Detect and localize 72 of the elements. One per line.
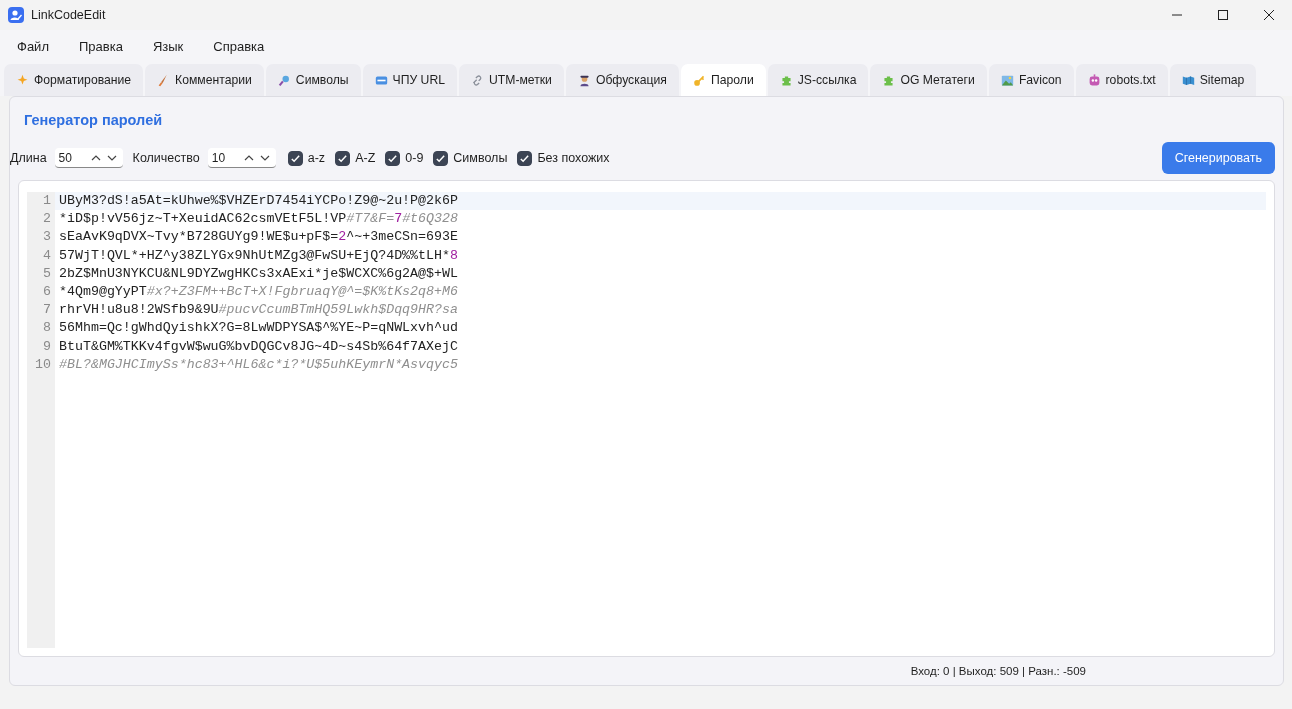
tab-icon xyxy=(577,73,591,87)
check-icon xyxy=(337,152,349,164)
tab-icon xyxy=(779,73,793,87)
count-spinbox[interactable]: 10 xyxy=(207,148,276,168)
checkbox-label: Символы xyxy=(453,151,508,165)
section-heading: Генератор паролей xyxy=(24,112,164,128)
length-label: Длина xyxy=(10,151,47,165)
menu-item[interactable]: Правка xyxy=(67,34,134,58)
maximize-icon xyxy=(1218,10,1228,20)
tab[interactable]: JS-ссылка xyxy=(767,64,869,96)
tab-icon xyxy=(1181,73,1195,87)
tab[interactable]: Форматирование xyxy=(4,64,144,96)
checkbox[interactable] xyxy=(433,150,449,166)
line-number: 9 xyxy=(42,337,52,356)
tab-icon xyxy=(16,73,29,87)
line-number: 4 xyxy=(42,246,52,265)
menu-item[interactable]: Язык xyxy=(141,34,195,58)
code-line: BtuT&GM%TKKv4fgvW$wuG%bvDQGCv8JG~4D~s4Sb%64f7AXejC xyxy=(58,337,459,356)
tab[interactable]: Sitemap xyxy=(1169,64,1257,96)
tab-icon xyxy=(882,73,896,87)
line-number: 6 xyxy=(42,283,52,301)
check-icon xyxy=(387,152,399,164)
code-line: 2bZ$MnU3NYKCU&NL9DYZwgHKCs3xAExi*je$WCXC%6g2A@$+WL xyxy=(58,264,459,283)
checkbox[interactable] xyxy=(335,150,351,166)
code-line: rhrVH!u8u8!2WSfb9&9U#pucvCcumBTmHQ59Lwkh$Dqq9HR?sa xyxy=(58,301,459,320)
line-number: 10 xyxy=(34,355,52,374)
code-line: 57WjT!QVL*+HZ^y38ZLYGx9NhUtMZg3@FwSU+EjQ?4D%%tLH*8 xyxy=(58,246,459,265)
code-line: *iD$p!vV56jz~T+XeuidAC62csmVEtF5L!VP#T7&F=7#t6Q328 xyxy=(58,210,459,229)
line-number: 3 xyxy=(42,228,52,247)
code-line: sEaAvK9qDVX~Tvy*B728GUYg9!WE$u+pF$=2^~+3meCSn=693E xyxy=(58,228,459,247)
check-icon xyxy=(519,152,531,164)
check-icon xyxy=(435,152,447,164)
count-label: Количество xyxy=(132,151,200,165)
tab[interactable]: robots.txt xyxy=(1075,64,1168,96)
line-number: 7 xyxy=(42,301,52,320)
tab-icon xyxy=(471,73,484,87)
tab[interactable]: Favicon xyxy=(988,64,1074,96)
line-number: 8 xyxy=(42,319,52,338)
tab-icon xyxy=(374,73,388,87)
status-text: Вход: 0 | Выход: 509 | Разн.: -509 xyxy=(910,665,1086,677)
check-icon xyxy=(289,152,301,164)
code-line: 56Mhm=Qc!gWhdQyishkX?G=8LwWDPYSA$^%YE~P=qNWLxvh^ud xyxy=(58,319,459,338)
tab[interactable]: UTM-метки xyxy=(459,64,564,96)
tab-icon xyxy=(692,73,706,87)
generate-button[interactable]: Сгенерировать xyxy=(1161,142,1275,174)
tab-icon xyxy=(1087,73,1101,87)
tab[interactable]: Обфускация xyxy=(565,64,679,96)
tab[interactable]: ЧПУ URL xyxy=(362,64,457,96)
code-line: #BL?&MGJHCImySs*hc83+^HL6&c*i?*U$5uhKEymrN*Asvqyc5 xyxy=(58,355,459,374)
tab[interactable]: Символы xyxy=(265,64,361,96)
length-spinbox[interactable]: 50 xyxy=(54,148,123,168)
tab[interactable]: Пароли xyxy=(680,64,766,96)
checkbox[interactable] xyxy=(385,150,401,166)
checkbox-label: Без похожих xyxy=(537,151,610,165)
tab-icon xyxy=(1000,73,1014,87)
menu-item[interactable]: Файл xyxy=(6,34,60,58)
checkbox-label: 0-9 xyxy=(405,151,424,165)
tab[interactable]: Комментарии xyxy=(145,64,264,96)
window-title: LinkCodeEdit xyxy=(31,8,106,22)
checkbox[interactable] xyxy=(287,150,303,166)
close-icon xyxy=(1264,10,1274,20)
line-number: 2 xyxy=(42,210,52,229)
tab[interactable]: OG Метатеги xyxy=(870,64,987,96)
tab-icon xyxy=(277,73,291,87)
checkbox-label: A-Z xyxy=(355,151,376,165)
checkbox[interactable] xyxy=(517,150,533,166)
line-number: 1 xyxy=(42,192,52,210)
checkbox-label: a-z xyxy=(307,151,326,165)
menu-item[interactable]: Справка xyxy=(202,34,276,58)
app-icon xyxy=(8,7,24,23)
line-number: 5 xyxy=(42,264,52,283)
code-line: *4Qm9@gYyPT#x?+Z3FM++BcT+X!FgbruaqY@^=$K%tKs2q8+M6 xyxy=(58,283,459,301)
